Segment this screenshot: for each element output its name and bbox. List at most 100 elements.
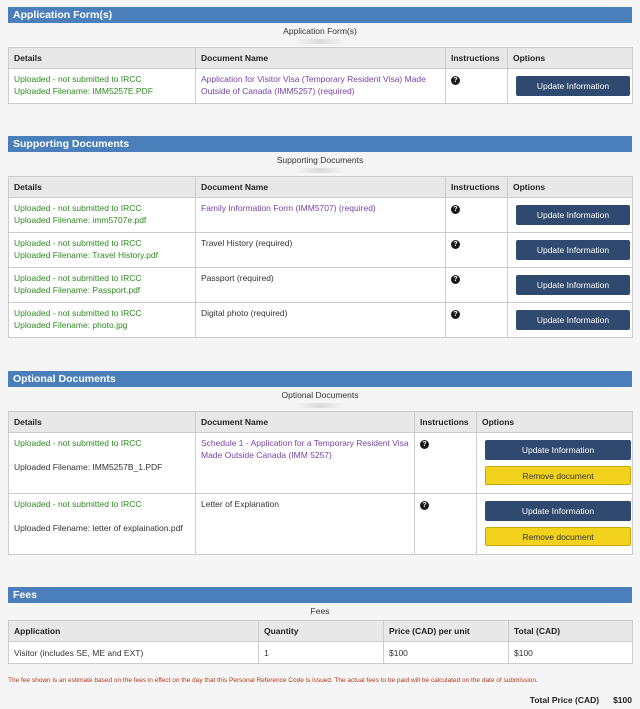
update-information-button[interactable]: Update Information <box>516 76 630 96</box>
table-caption: Fees <box>310 606 330 616</box>
upload-status: Uploaded - not submitted to IRCC <box>14 74 142 84</box>
remove-document-button[interactable]: Remove document <box>485 527 631 546</box>
col-details: Details <box>8 411 196 433</box>
col-instructions: Instructions <box>445 176 508 198</box>
update-information-button[interactable]: Update Information <box>516 310 630 330</box>
section-heading: Supporting Documents <box>8 136 632 152</box>
remove-document-button[interactable]: Remove document <box>485 466 631 485</box>
document-name-cell: Passport (required) <box>195 267 446 303</box>
optional-documents-section: Optional Documents Optional Documents De… <box>8 371 633 555</box>
details-cell: Uploaded - not submitted to IRCC Uploaded… <box>8 232 196 268</box>
col-instructions: Instructions <box>414 411 477 433</box>
fee-disclaimer: The fee shown is an estimate based on th… <box>8 677 538 684</box>
upload-status: Uploaded - not submitted to IRCC <box>14 438 142 448</box>
table-row: Uploaded - not submitted to IRCC Uploaded… <box>8 267 633 303</box>
col-options: Options <box>507 176 633 198</box>
question-circle-icon[interactable]: ? <box>451 240 460 249</box>
instructions-cell: ? <box>414 493 477 555</box>
details-cell: Uploaded - not submitted to IRCC Uploaded… <box>8 68 196 104</box>
document-name: Passport (required) <box>201 273 274 283</box>
update-information-button[interactable]: Update Information <box>516 275 630 295</box>
uploaded-filename: Uploaded Filename: IMM5257B_1.PDF <box>14 462 163 472</box>
options-cell: Update Information <box>507 197 633 233</box>
question-circle-icon[interactable]: ? <box>420 440 429 449</box>
update-information-button[interactable]: Update Information <box>516 205 630 225</box>
update-information-button[interactable]: Update Information <box>485 440 631 460</box>
document-link[interactable]: Application for Visitor Visa (Temporary … <box>201 74 426 96</box>
document-name: Travel History (required) <box>201 238 293 248</box>
col-instructions: Instructions <box>445 47 508 69</box>
table-caption: Application Form(s) <box>8 23 632 47</box>
table-row: Uploaded - not submitted to IRCC Uploaded… <box>8 432 633 494</box>
section-heading: Application Form(s) <box>8 7 632 23</box>
upload-status: Uploaded - not submitted to IRCC <box>14 203 142 213</box>
price-cell: $100 <box>383 641 509 664</box>
details-cell: Uploaded - not submitted to IRCC Uploaded… <box>8 197 196 233</box>
question-circle-icon[interactable]: ? <box>451 310 460 319</box>
document-link[interactable]: Schedule 1 - Application for a Temporary… <box>201 438 409 460</box>
question-circle-icon[interactable]: ? <box>451 205 460 214</box>
document-name-cell: Letter of Explanation <box>195 493 415 555</box>
details-cell: Uploaded - not submitted to IRCC Uploaded… <box>8 302 196 338</box>
uploaded-filename: Uploaded Filename: photo.jpg <box>14 320 128 330</box>
application-forms-section: Application Form(s) Application Form(s) … <box>8 7 633 104</box>
uploaded-filename: Uploaded Filename: Travel History.pdf <box>14 250 158 260</box>
instructions-cell: ? <box>445 302 508 338</box>
document-name-cell: Family Information Form (IMM5707) (requi… <box>195 197 446 233</box>
col-options: Options <box>507 47 633 69</box>
instructions-cell: ? <box>445 232 508 268</box>
table-row: Uploaded - not submitted to IRCC Uploaded… <box>8 302 633 338</box>
instructions-cell: ? <box>445 267 508 303</box>
options-cell: Update Information <box>507 267 633 303</box>
details-cell: Uploaded - not submitted to IRCC Uploaded… <box>8 493 196 555</box>
section-heading: Fees <box>8 587 632 603</box>
col-price: Price (CAD) per unit <box>383 620 509 642</box>
document-name-cell: Application for Visitor Visa (Temporary … <box>195 68 446 104</box>
uploaded-filename: Uploaded Filename: Passport.pdf <box>14 285 141 295</box>
upload-status: Uploaded - not submitted to IRCC <box>14 308 142 318</box>
instructions-cell: ? <box>414 432 477 494</box>
details-cell: Uploaded - not submitted to IRCC Uploaded… <box>8 432 196 494</box>
table-header-row: Application Quantity Price (CAD) per uni… <box>8 620 633 642</box>
section-heading: Optional Documents <box>8 371 632 387</box>
col-application: Application <box>8 620 259 642</box>
options-cell: Update Information <box>507 302 633 338</box>
total-cell: $100 <box>508 641 633 664</box>
table-caption: Optional Documents <box>8 387 632 411</box>
quantity-cell: 1 <box>258 641 384 664</box>
update-information-button[interactable]: Update Information <box>485 501 631 521</box>
col-document-name: Document Name <box>195 47 446 69</box>
update-information-button[interactable]: Update Information <box>516 240 630 260</box>
col-quantity: Quantity <box>258 620 384 642</box>
table-header-row: Details Document Name Instructions Optio… <box>8 47 633 69</box>
question-circle-icon[interactable]: ? <box>451 76 460 85</box>
document-name: Digital photo (required) <box>201 308 288 318</box>
document-name-cell: Schedule 1 - Application for a Temporary… <box>195 432 415 494</box>
question-circle-icon[interactable]: ? <box>451 275 460 284</box>
document-link[interactable]: Family Information Form (IMM5707) (requi… <box>201 203 376 213</box>
table-row: Visitor (includes SE, ME and EXT) 1 $100… <box>8 641 633 664</box>
options-cell: Update Information Remove document <box>476 493 633 555</box>
options-cell: Update Information <box>507 232 633 268</box>
fees-section: Fees Fees Application Quantity Price (CA… <box>8 587 633 664</box>
question-circle-icon[interactable]: ? <box>420 501 429 510</box>
col-document-name: Document Name <box>195 411 415 433</box>
total-price-label: Total Price (CAD) <box>529 695 600 705</box>
options-cell: Update Information <box>507 68 633 104</box>
document-name: Letter of Explanation <box>201 499 279 509</box>
table-row: Uploaded - not submitted to IRCC Uploaded… <box>8 493 633 555</box>
uploaded-filename: Uploaded Filename: imm5707e.pdf <box>14 215 147 225</box>
instructions-cell: ? <box>445 197 508 233</box>
fees-table: Application Quantity Price (CAD) per uni… <box>8 620 633 664</box>
total-price: Total Price (CAD) $100 <box>530 695 632 705</box>
table-row: Uploaded - not submitted to IRCC Uploaded… <box>8 197 633 233</box>
upload-status: Uploaded - not submitted to IRCC <box>14 238 142 248</box>
document-name-cell: Digital photo (required) <box>195 302 446 338</box>
supporting-documents-table: Details Document Name Instructions Optio… <box>8 176 633 338</box>
upload-status: Uploaded - not submitted to IRCC <box>14 273 142 283</box>
optional-documents-table: Details Document Name Instructions Optio… <box>8 411 633 555</box>
uploaded-filename: Uploaded Filename: IMM5257E.PDF <box>14 86 153 96</box>
table-row: Uploaded - not submitted to IRCC Uploaded… <box>8 232 633 268</box>
col-details: Details <box>8 47 196 69</box>
uploaded-filename: Uploaded Filename: letter of explainatio… <box>14 523 183 533</box>
